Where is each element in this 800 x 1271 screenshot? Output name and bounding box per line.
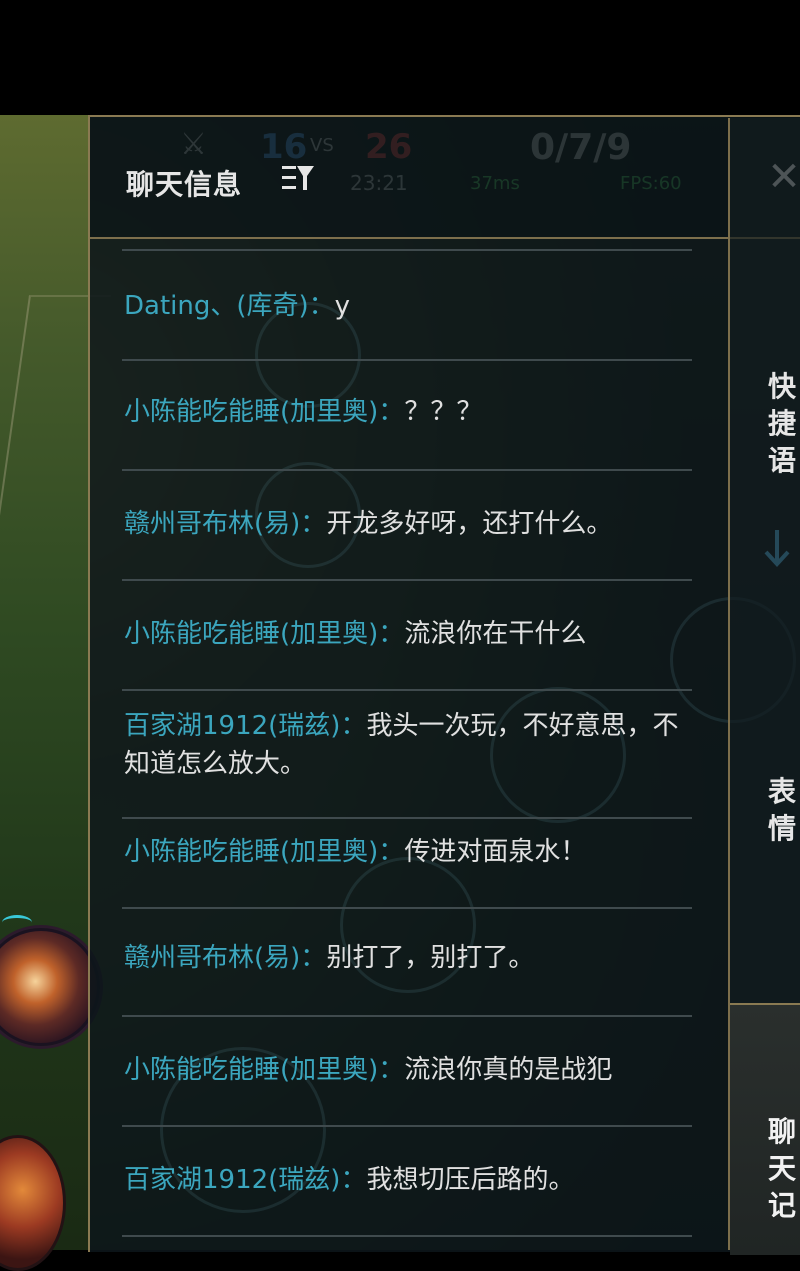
chat-message: 小陈能吃能睡(加里奥)：流浪你在干什么: [120, 581, 698, 689]
chat-message: 小陈能吃能睡(加里奥)：流浪你真的是战犯: [120, 1017, 698, 1125]
message-colon: ：: [378, 397, 405, 427]
ping-readout: 37ms: [470, 173, 520, 194]
message-sender[interactable]: 小陈能吃能睡(加里奥): [124, 837, 378, 867]
crossed-swords-icon: ⚔: [180, 127, 207, 162]
message-text: 开龙多好呀，还打什么。: [326, 509, 613, 539]
message-colon: ：: [378, 1055, 405, 1085]
message-text: 传进对面泉水！: [404, 837, 587, 867]
message-colon: ：: [340, 1165, 367, 1195]
chat-message: 小陈能吃能睡(加里奥)：传进对面泉水！: [120, 819, 698, 907]
message-text: ？？？: [404, 397, 483, 427]
message-sender[interactable]: 赣州哥布林(易): [124, 943, 300, 973]
game-map-strip: [0, 115, 112, 1250]
tab-quick-phrases[interactable]: 快捷语: [768, 368, 798, 479]
chat-message: 百家湖1912(瑞兹)：我想切压后路的。: [120, 1127, 698, 1235]
arrow-down-icon: [764, 530, 790, 567]
kda-readout: 0/7/9: [530, 127, 632, 168]
message-sender[interactable]: 赣州哥布林(易): [124, 509, 300, 539]
panel-title: 聊天信息: [126, 168, 243, 201]
message-sender[interactable]: Dating、(库奇): [124, 291, 309, 321]
game-time: 23:21: [350, 171, 408, 195]
message-text: 别打了，别打了。: [326, 943, 535, 973]
divider: [122, 1235, 692, 1237]
message-colon: ：: [300, 943, 327, 973]
message-sender[interactable]: 小陈能吃能睡(加里奥): [124, 619, 378, 649]
message-colon: ：: [300, 509, 327, 539]
chat-message: 百家湖1912(瑞兹)：我头一次玩，不好意思，不知道怎么放大。: [120, 691, 688, 817]
chat-panel: ⚔ 16 VS 26 23:21 0/7/9 37ms FPS:60 聊天信息 …: [88, 115, 800, 1252]
chat-side-tabs: 快捷语 表情 聊天记: [728, 118, 800, 1255]
message-colon: ：: [378, 619, 405, 649]
message-text: 我想切压后路的。: [366, 1165, 575, 1195]
tab-chat-log[interactable]: 聊天记: [768, 1113, 798, 1224]
top-black-bar: [0, 0, 800, 115]
message-text: 流浪你真的是战犯: [404, 1055, 613, 1085]
message-sender[interactable]: 小陈能吃能睡(加里奥): [124, 397, 378, 427]
red-score: 26: [365, 127, 413, 167]
tab-emotes[interactable]: 表情: [768, 773, 798, 847]
message-sender[interactable]: 小陈能吃能睡(加里奥): [124, 1055, 378, 1085]
blue-score: 16: [260, 127, 308, 167]
message-colon: ：: [378, 837, 405, 867]
filter-icon[interactable]: [280, 163, 316, 193]
message-colon: ：: [308, 291, 335, 321]
message-text: 流浪你在干什么: [404, 619, 587, 649]
chat-panel-header: ⚔ 16 VS 26 23:21 0/7/9 37ms FPS:60 聊天信息 …: [90, 117, 800, 239]
chat-message: 小陈能吃能睡(加里奥)：？？？: [120, 361, 698, 469]
cooldown-arc: [2, 915, 32, 930]
chat-message: Dating、(库奇)：y: [120, 251, 698, 359]
message-sender[interactable]: 百家湖1912(瑞兹): [124, 1165, 340, 1195]
chat-message: 赣州哥布林(易)：别打了，别打了。: [120, 909, 698, 1015]
chat-message-list[interactable]: Dating、(库奇)：y 小陈能吃能睡(加里奥)：？？？ 赣州哥布林(易)：开…: [120, 249, 720, 1252]
chat-message: 赣州哥布林(易)：开龙多好呀，还打什么。: [120, 471, 698, 579]
message-sender[interactable]: 百家湖1912(瑞兹): [124, 711, 340, 741]
message-text: y: [334, 291, 351, 321]
fps-readout: FPS:60: [620, 173, 682, 194]
message-colon: ：: [340, 711, 367, 741]
vs-label: VS: [310, 135, 334, 156]
